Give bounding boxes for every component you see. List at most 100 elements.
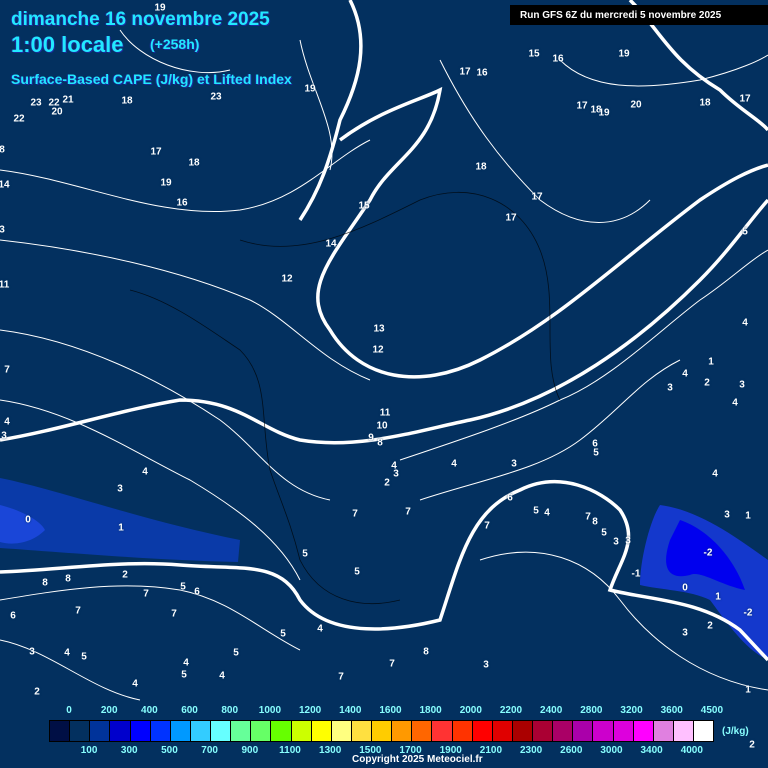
colorbar-label-top: 3200 <box>620 705 643 716</box>
contour-label: -2 <box>703 547 713 559</box>
contour-label: 11 <box>379 407 391 419</box>
contour-label: 17 <box>531 191 543 203</box>
contour-label: 7 <box>4 364 10 376</box>
contour-label: 19 <box>304 83 316 95</box>
contour-label: 8 <box>65 573 71 585</box>
colorbar-swatch <box>190 721 211 741</box>
contour-label: 0 <box>25 514 31 526</box>
contour-label: 5 <box>280 628 286 640</box>
colorbar-swatch <box>110 721 131 741</box>
contour-label: 16 <box>476 67 488 79</box>
contour-label: 18 <box>475 161 487 173</box>
contour-label: 1 <box>745 684 751 696</box>
contour-label: 6 <box>194 586 200 598</box>
colorbar-swatch <box>130 721 151 741</box>
contour-label: 2 <box>704 377 710 389</box>
contour-label: 4 <box>732 397 738 409</box>
contour-label: 4 <box>712 468 718 480</box>
colorbar-swatch <box>291 721 312 741</box>
colorbar-label-top: 2000 <box>459 705 482 716</box>
colorbar-label-bottom: 1100 <box>279 745 301 756</box>
colorbar-swatch <box>432 721 453 741</box>
colorbar-label-top: 1600 <box>379 705 402 716</box>
forecast-time: 1:00 locale <box>11 32 124 57</box>
contour-label: 6 <box>507 492 513 504</box>
contour-label: 19 <box>618 48 630 60</box>
contour-label: -2 <box>743 607 753 619</box>
contour-label: 5 <box>181 669 187 681</box>
contour-label: 5 <box>233 647 239 659</box>
colorbar-label-top: 400 <box>141 705 158 716</box>
contour-label: 23 <box>30 97 42 109</box>
contour-label: 7 <box>338 671 344 683</box>
contour-label: 16 <box>176 197 188 209</box>
colorbar-label-bottom: 500 <box>161 745 178 756</box>
contour-label: 12 <box>372 344 384 356</box>
colorbar-label-bottom: 100 <box>80 745 98 756</box>
contour-label: 4 <box>742 317 748 329</box>
colorbar-swatch <box>573 721 594 741</box>
cape-map: 19 17 16 15 16 19 17 18 19 20 18 17 23 22 21 22 20 18 23 19… <box>0 0 768 768</box>
contour-label: 5 <box>180 581 186 593</box>
cape-area-east <box>640 505 768 660</box>
colorbar-label-top: 1400 <box>339 705 362 716</box>
contour-label: 4 <box>451 458 457 470</box>
contour-label: 8 <box>0 144 5 156</box>
contour-label: 3 <box>1 430 7 442</box>
colorbar-label-top: 1000 <box>258 705 282 716</box>
colorbar-swatch <box>633 721 654 741</box>
contour-label: 4 <box>219 670 225 682</box>
contour-label: 2 <box>384 477 390 489</box>
colorbar-label-top: 0 <box>66 705 72 716</box>
run-info: Run GFS 6Z du mercredi 5 novembre 2025 <box>510 5 768 25</box>
colorbar-swatch <box>553 721 574 741</box>
colorbar-swatch <box>372 721 393 741</box>
contour-label: 20 <box>630 99 642 111</box>
colorbar-swatch <box>613 721 634 741</box>
contour-label: 2 <box>122 569 128 581</box>
contour-label: 8 <box>42 577 48 589</box>
contour-label: 10 <box>376 420 388 432</box>
contour-label: 1 <box>708 356 714 368</box>
contour-label: 5 <box>354 566 360 578</box>
contour-label: 3 <box>667 382 673 394</box>
contour-label: 3 <box>29 646 35 658</box>
colorbar-swatch <box>533 721 554 741</box>
contour-label: 5 <box>601 527 607 539</box>
colorbar-swatch <box>472 721 493 741</box>
contour-label: 14 <box>0 179 10 191</box>
contour-label: 14 <box>325 238 337 250</box>
contour-label: 17 <box>459 66 471 78</box>
contour-label: 5 <box>742 226 748 238</box>
colorbar-swatch <box>653 721 674 741</box>
colorbar-label-top: 2400 <box>540 705 563 716</box>
map-field <box>0 0 768 701</box>
colorbar-label-bottom: 3000 <box>600 745 623 756</box>
contour-label: 4 <box>132 678 138 690</box>
colorbar-swatch <box>150 721 171 741</box>
colorbar-swatch <box>50 721 71 741</box>
colorbar-label-bottom: 1300 <box>319 745 342 756</box>
colorbar-swatch <box>492 721 513 741</box>
colorbar-label-bottom: 2300 <box>519 745 543 756</box>
contour-label: 1 <box>715 591 721 603</box>
parameter-title: Surface-Based CAPE (J/kg) et Lifted Inde… <box>11 71 292 87</box>
colorbar-swatch <box>673 721 694 741</box>
colorbar-swatch <box>351 721 372 741</box>
contour-label: 7 <box>389 658 395 670</box>
contour-label: 3 <box>393 468 399 480</box>
contour-label: 5 <box>81 651 87 663</box>
contour-label: 7 <box>405 506 411 518</box>
contour-label: 22 <box>13 113 25 125</box>
contour-label: 18 <box>699 97 711 109</box>
contour-label: 17 <box>739 93 751 105</box>
thick-contour-northwest <box>298 0 363 221</box>
colorbar-label-bottom: 900 <box>241 745 259 756</box>
contour-label: 5 <box>302 548 308 560</box>
contour-label: 8 <box>423 646 429 658</box>
contour-label: 13 <box>373 323 385 335</box>
contour-label: 3 <box>0 224 5 236</box>
forecast-lead-time: (+258h) <box>150 36 200 52</box>
contour-label: 17 <box>576 100 588 112</box>
colorbar <box>49 720 714 742</box>
